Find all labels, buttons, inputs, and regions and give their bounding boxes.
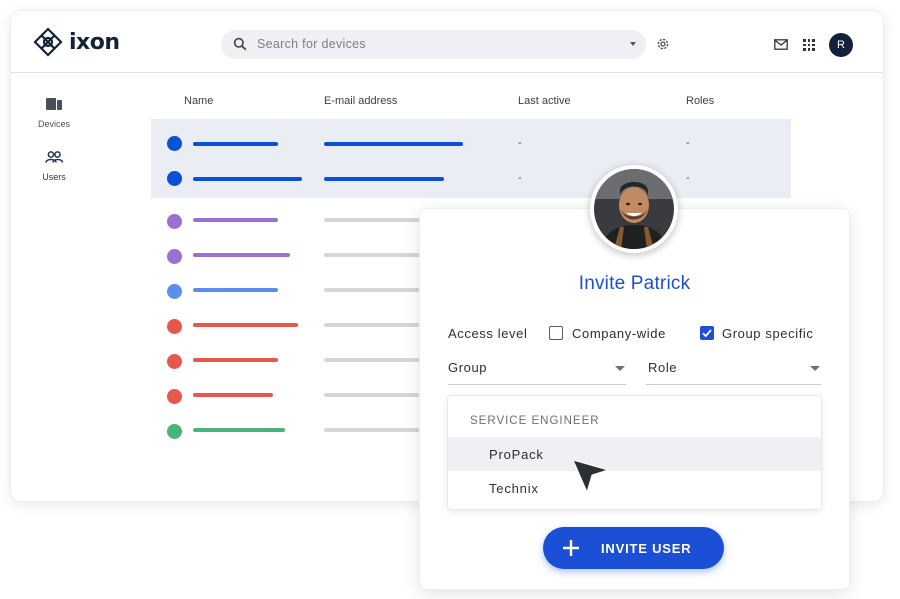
name-placeholder-bar — [193, 288, 278, 292]
column-header-roles[interactable]: Roles — [686, 95, 714, 107]
email-placeholder-bar — [324, 428, 434, 432]
invitee-avatar — [590, 165, 678, 253]
user-avatar-dot — [167, 354, 182, 369]
group-select[interactable]: Group — [448, 352, 626, 385]
invite-user-button[interactable]: INVITE USER — [543, 527, 724, 569]
email-placeholder-bar — [324, 288, 434, 292]
email-placeholder-bar — [324, 393, 434, 397]
email-placeholder-bar — [324, 218, 434, 222]
group-specific-checkbox[interactable] — [700, 326, 714, 340]
chevron-down-icon — [615, 366, 625, 371]
user-avatar-dot — [167, 171, 182, 186]
dropdown-option-label: Technix — [489, 481, 539, 496]
name-placeholder-bar — [193, 218, 278, 222]
user-avatar-dot — [167, 249, 182, 264]
email-placeholder-bar — [324, 142, 463, 146]
email-placeholder-bar — [324, 358, 434, 362]
search-input[interactable]: Search for devices — [257, 37, 366, 51]
sidebar-item-label: Devices — [37, 119, 70, 129]
user-avatar-dot — [167, 284, 182, 299]
roles-value: - — [686, 137, 690, 149]
name-placeholder-bar — [193, 323, 298, 327]
invite-user-button-label: INVITE USER — [601, 541, 692, 556]
dialog-title: Invite Patrick — [578, 273, 691, 294]
group-dropdown-menu: SERVICE ENGINEER ProPack Technix — [448, 396, 821, 509]
mouse-pointer-icon — [572, 459, 610, 494]
user-avatar-dot — [167, 136, 182, 151]
sidebar-item-users[interactable]: Users — [29, 150, 79, 182]
group-specific-label[interactable]: Group specific — [722, 326, 814, 341]
selected-rows-highlight — [151, 119, 791, 198]
name-placeholder-bar — [193, 142, 278, 146]
company-wide-checkbox[interactable] — [549, 326, 563, 340]
users-icon — [45, 151, 64, 163]
access-level-label: Access level — [448, 326, 528, 341]
dropdown-group-heading: SERVICE ENGINEER — [470, 415, 600, 427]
user-avatar-dot — [167, 389, 182, 404]
sidebar-item-label: Users — [42, 172, 66, 182]
ixon-logo[interactable]: ixon — [33, 27, 120, 57]
device-search-bar[interactable]: Search for devices — [221, 30, 646, 59]
email-placeholder-bar — [324, 253, 434, 257]
email-placeholder-bar — [324, 177, 444, 181]
email-placeholder-bar — [324, 323, 434, 327]
chevron-down-icon — [810, 366, 820, 371]
role-select[interactable]: Role — [646, 352, 821, 385]
sidebar-item-devices[interactable]: Devices — [29, 97, 79, 129]
checkmark-icon — [702, 329, 712, 338]
column-header-last-active[interactable]: Last active — [518, 95, 571, 107]
last-active-value: - — [518, 137, 522, 149]
top-bar: ixon Search for devices R — [11, 11, 883, 73]
gear-icon[interactable] — [656, 37, 670, 51]
dropdown-option-propack[interactable]: ProPack — [448, 437, 821, 471]
plus-icon — [563, 540, 579, 556]
brand-wordmark: ixon — [69, 29, 120, 55]
user-avatar[interactable]: R — [829, 33, 853, 57]
ixon-logo-mark — [33, 27, 63, 57]
role-select-label: Role — [648, 360, 678, 375]
person-photo-icon — [594, 169, 674, 249]
search-icon — [233, 37, 247, 51]
devices-icon — [46, 98, 62, 110]
company-wide-label[interactable]: Company-wide — [572, 326, 666, 341]
user-avatar-dot — [167, 319, 182, 334]
last-active-value: - — [518, 172, 522, 184]
user-avatar-dot — [167, 214, 182, 229]
chevron-down-icon[interactable] — [630, 42, 636, 46]
dropdown-option-label: ProPack — [489, 447, 544, 462]
name-placeholder-bar — [193, 393, 273, 397]
name-placeholder-bar — [193, 428, 285, 432]
name-placeholder-bar — [193, 177, 302, 181]
apps-grid-icon[interactable] — [803, 39, 815, 51]
user-avatar-dot — [167, 424, 182, 439]
mail-icon[interactable] — [774, 39, 788, 50]
column-header-email[interactable]: E-mail address — [324, 95, 397, 107]
invite-user-dialog: Invite Patrick Access level Company-wide… — [420, 209, 849, 589]
column-header-name[interactable]: Name — [184, 95, 213, 107]
dropdown-option-technix[interactable]: Technix — [448, 471, 821, 505]
name-placeholder-bar — [193, 358, 278, 362]
roles-value: - — [686, 172, 690, 184]
name-placeholder-bar — [193, 253, 290, 257]
group-select-label: Group — [448, 360, 488, 375]
